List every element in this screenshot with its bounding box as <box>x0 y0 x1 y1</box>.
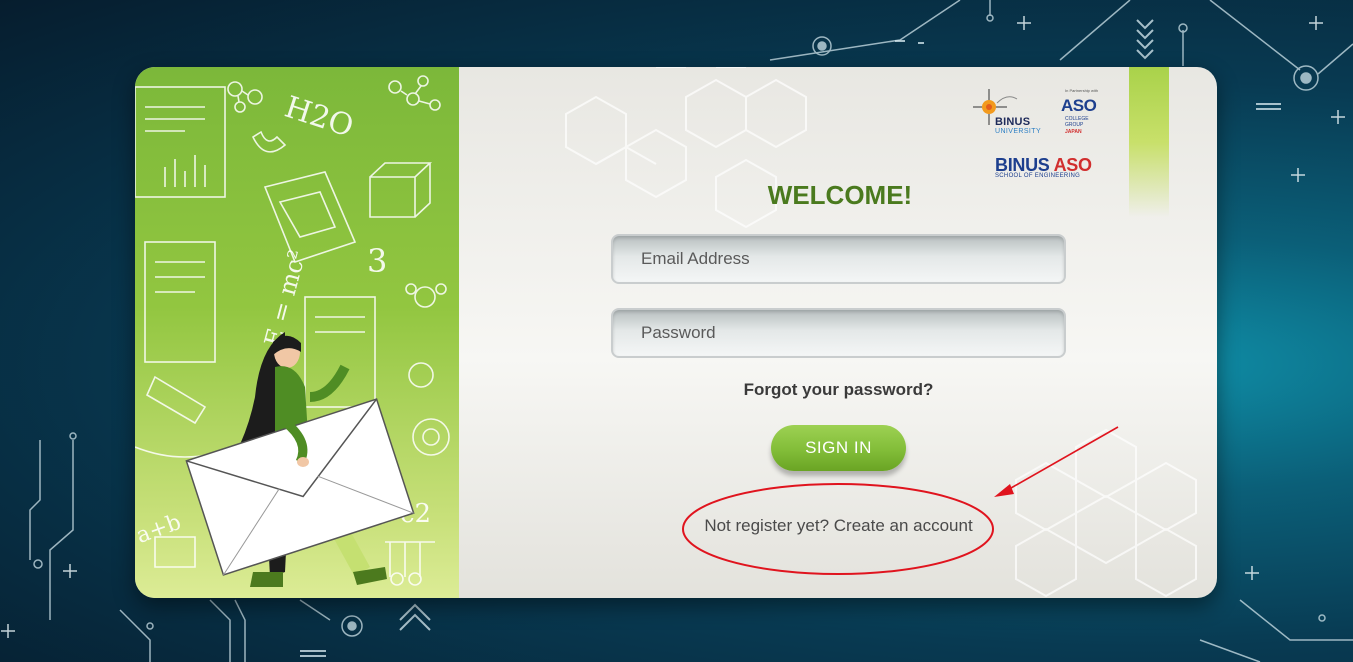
notebook-doodle <box>263 171 357 263</box>
aso-logo: ASO <box>1061 96 1097 115</box>
forgot-password-link[interactable]: Forgot your password? <box>600 380 1077 400</box>
gear-doodle <box>412 418 450 456</box>
study-illustration: H2O E = mc² 3 a+b c2 <box>135 75 450 587</box>
emc2-formula: E = mc² <box>259 247 312 350</box>
h2o-formula: H2O <box>280 90 357 145</box>
school-subtitle: SCHOOL OF ENGINEERING <box>995 173 1081 179</box>
create-account-link[interactable]: Not register yet? Create an account <box>650 516 1027 536</box>
decorative-stripe <box>1129 67 1169 217</box>
welcome-heading: WELCOME! <box>767 180 913 210</box>
envelope-illustration <box>185 398 415 576</box>
aso-country: JAPAN <box>1065 129 1082 135</box>
partner-logos: BINUS UNIVERSITY In Partnership with ASO… <box>973 85 1113 185</box>
school-name-aso: ASO <box>1053 155 1092 175</box>
partnership-text: In Partnership with <box>1065 88 1099 93</box>
magnet-doodle <box>251 130 287 153</box>
document-doodle <box>135 86 226 198</box>
girl-with-envelope-illustration <box>185 332 415 587</box>
cube-doodle <box>369 162 433 218</box>
school-name-binus: BINUS <box>995 155 1050 175</box>
ab-formula: a+b <box>135 510 185 549</box>
email-field[interactable] <box>611 234 1066 284</box>
binus-name: BINUS <box>995 116 1031 128</box>
binus-subtitle: UNIVERSITY <box>995 128 1042 135</box>
password-field[interactable] <box>611 308 1066 358</box>
number-three: 3 <box>367 242 387 280</box>
telescope-doodle <box>145 375 207 425</box>
aso-subtitle: COLLEGE GROUP <box>1065 116 1089 128</box>
sign-in-button[interactable]: SIGN IN <box>771 425 906 471</box>
illustration-panel: H2O E = mc² 3 a+b c2 <box>135 67 459 598</box>
